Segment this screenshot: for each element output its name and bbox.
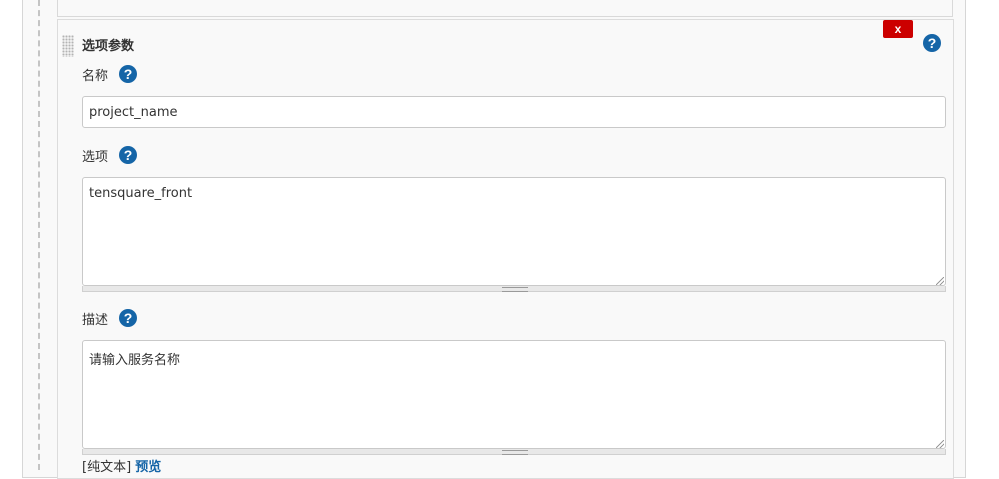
section-help-icon[interactable]: ? (923, 34, 941, 52)
delete-parameter-button[interactable]: x (883, 20, 913, 38)
name-help-icon[interactable]: ? (119, 65, 137, 83)
resize-grip-icon (502, 450, 528, 455)
section-title: 选项参数 (82, 39, 135, 54)
choices-help-icon[interactable]: ? (119, 146, 137, 164)
description-footer: [纯文本] 预览 (82, 456, 161, 475)
description-textarea[interactable]: 请输入服务名称 (82, 340, 946, 449)
drag-handle-icon[interactable] (62, 35, 74, 57)
description-help-icon[interactable]: ? (119, 309, 137, 327)
preview-link[interactable]: 预览 (135, 460, 161, 475)
nesting-rail (38, 0, 40, 470)
syntax-label: [纯文本] (82, 460, 132, 475)
description-label: 描述 (82, 313, 109, 328)
resize-grip-icon[interactable] (936, 440, 944, 448)
resize-grip-icon[interactable] (936, 277, 944, 285)
choices-textarea[interactable]: tensquare_front (82, 177, 946, 286)
resize-grip-icon (502, 287, 528, 292)
name-input[interactable] (82, 96, 946, 128)
choices-label: 选项 (82, 150, 109, 165)
name-label: 名称 (82, 69, 109, 84)
previous-parameter-block (57, 0, 953, 17)
